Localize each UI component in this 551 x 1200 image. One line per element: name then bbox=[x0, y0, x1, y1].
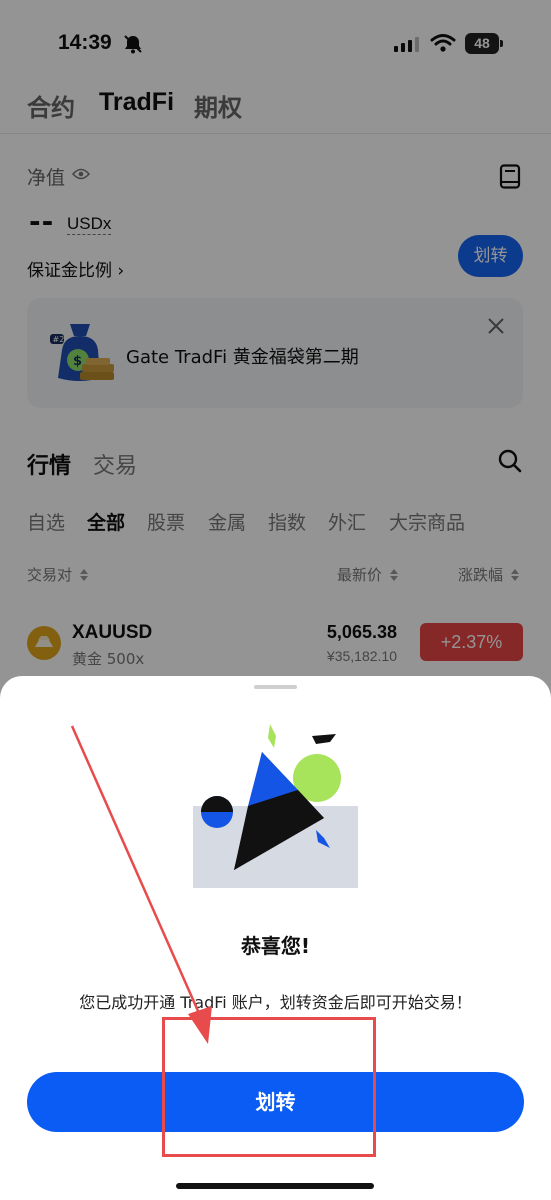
annotation-arrow bbox=[70, 725, 212, 1044]
sheet-drag-handle[interactable] bbox=[254, 685, 297, 689]
annotation-highlight-box bbox=[162, 1017, 376, 1157]
home-indicator bbox=[176, 1183, 374, 1189]
